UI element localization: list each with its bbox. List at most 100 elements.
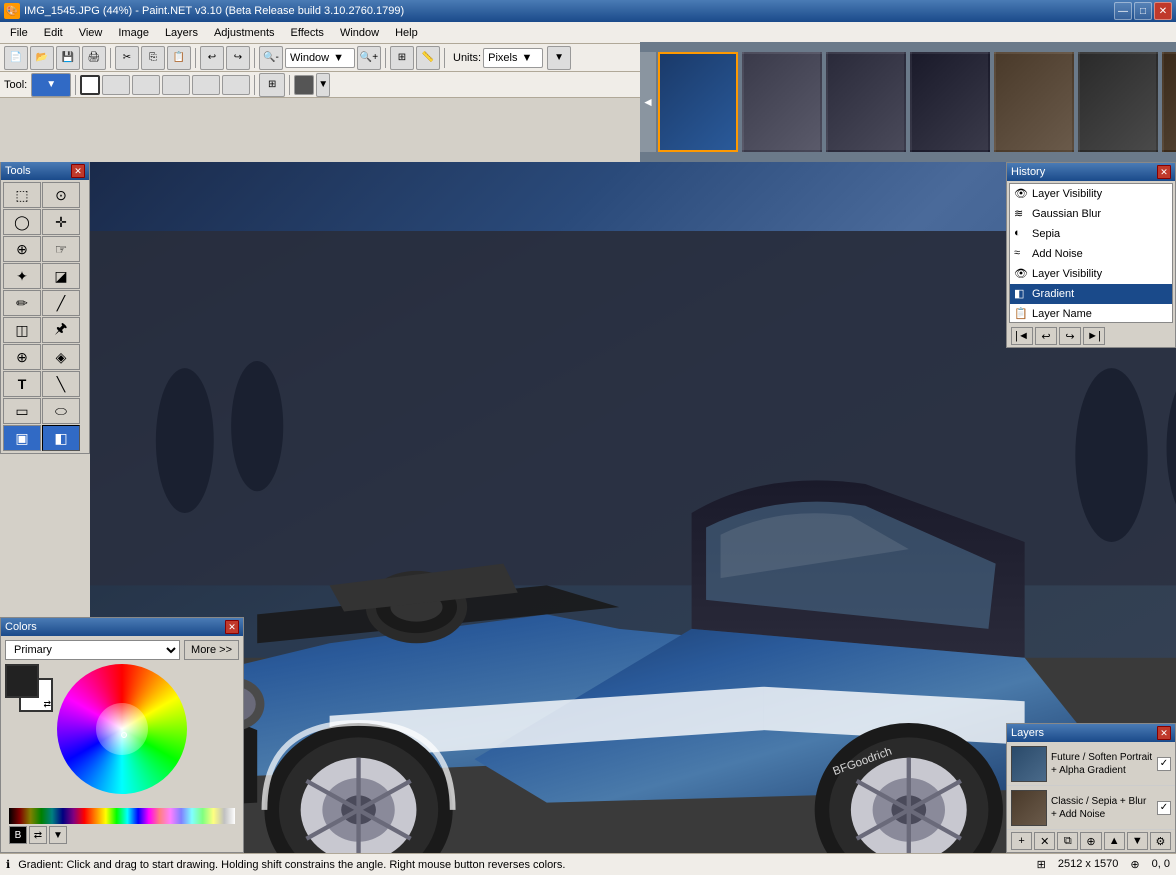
- tool-shapes[interactable]: ╲: [42, 371, 80, 397]
- zoom-in-button[interactable]: 🔍+: [357, 46, 381, 70]
- brush-option-6[interactable]: [222, 75, 250, 95]
- layer-visibility-check-2[interactable]: ✓: [1157, 801, 1171, 815]
- grid-opt-button[interactable]: ⊞: [259, 73, 285, 97]
- color-wheel[interactable]: [57, 664, 187, 794]
- history-item-add-noise[interactable]: ≈ Add Noise: [1010, 244, 1172, 264]
- tool-selector[interactable]: ▼: [31, 73, 71, 97]
- new-button[interactable]: 📄: [4, 46, 28, 70]
- settings-button[interactable]: ▼: [547, 46, 571, 70]
- layer-duplicate-button[interactable]: ⧉: [1057, 832, 1078, 850]
- tool-select-rect[interactable]: ⬚: [3, 182, 41, 208]
- tool-hand[interactable]: ☞: [42, 236, 80, 262]
- history-item-gaussian-blur[interactable]: ≋ Gaussian Blur: [1010, 204, 1172, 224]
- layer-visibility-check-1[interactable]: ✓: [1157, 757, 1171, 771]
- tool-line[interactable]: ╱: [42, 290, 80, 316]
- layer-move-up-button[interactable]: ▲: [1104, 832, 1125, 850]
- print-button[interactable]: 🖨: [82, 46, 106, 70]
- history-item-layer-visibility-2[interactable]: 👁 Layer Visibility: [1010, 264, 1172, 284]
- layer-move-down-button[interactable]: ▼: [1127, 832, 1148, 850]
- tool-eraser[interactable]: ◫: [3, 317, 41, 343]
- maximize-button[interactable]: □: [1134, 2, 1152, 20]
- swap-colors-icon[interactable]: ⇄: [43, 699, 51, 710]
- tool-select-ellipse[interactable]: ◯: [3, 209, 41, 235]
- zoom-out-button[interactable]: 🔍-: [259, 46, 283, 70]
- brush-option-1[interactable]: [80, 75, 100, 95]
- menu-file[interactable]: File: [2, 25, 36, 41]
- menu-help[interactable]: Help: [387, 25, 426, 41]
- palette-black-white-icon[interactable]: B: [9, 826, 27, 844]
- tool-ellipse-shape[interactable]: ⬭: [42, 398, 80, 424]
- thumbnail-5[interactable]: [994, 52, 1074, 152]
- close-button[interactable]: ✕: [1154, 2, 1172, 20]
- layer-delete-button[interactable]: ✕: [1034, 832, 1055, 850]
- color-mode-dropdown[interactable]: Primary: [5, 640, 180, 660]
- color-more-button[interactable]: More >>: [184, 640, 239, 660]
- thumbnail-3[interactable]: [826, 52, 906, 152]
- color-opt-btn[interactable]: ▼: [316, 73, 330, 97]
- history-item-gradient[interactable]: ◧ Gradient: [1010, 284, 1172, 304]
- color-wheel-container[interactable]: [57, 664, 197, 804]
- brush-option-2[interactable]: [102, 75, 130, 95]
- history-close-button[interactable]: ✕: [1157, 165, 1171, 179]
- save-button[interactable]: 💾: [56, 46, 80, 70]
- colors-close-button[interactable]: ✕: [225, 620, 239, 634]
- minimize-button[interactable]: —: [1114, 2, 1132, 20]
- tool-zoom[interactable]: ⊕: [3, 236, 41, 262]
- window-dropdown[interactable]: Window ▼: [285, 48, 355, 68]
- palette-swap-icon[interactable]: ⇄: [29, 826, 47, 844]
- palette-color-icon[interactable]: ▼: [49, 826, 67, 844]
- thumbnail-1[interactable]: [658, 52, 738, 152]
- history-undo-button[interactable]: ↩: [1035, 327, 1057, 345]
- history-back-button[interactable]: |◄: [1011, 327, 1033, 345]
- history-forward-button[interactable]: ►|: [1083, 327, 1105, 345]
- tool-magic-wand[interactable]: ✦: [3, 263, 41, 289]
- tool-rounded-rect[interactable]: ▣: [3, 425, 41, 451]
- layers-close-button[interactable]: ✕: [1157, 726, 1171, 740]
- tool-rect-shape[interactable]: ▭: [3, 398, 41, 424]
- thumbnail-4[interactable]: [910, 52, 990, 152]
- undo-button[interactable]: ↩: [200, 46, 224, 70]
- thumbnail-2[interactable]: [742, 52, 822, 152]
- grid-button[interactable]: ⊞: [390, 46, 414, 70]
- menu-window[interactable]: Window: [332, 25, 387, 41]
- menu-layers[interactable]: Layers: [157, 25, 206, 41]
- tool-text[interactable]: T: [3, 371, 41, 397]
- cut-button[interactable]: ✂: [115, 46, 139, 70]
- menu-effects[interactable]: Effects: [283, 25, 332, 41]
- open-button[interactable]: 📂: [30, 46, 54, 70]
- color-swatch-btn[interactable]: [294, 75, 314, 95]
- tool-clone-stamp[interactable]: ⊕: [3, 344, 41, 370]
- layer-properties-button[interactable]: ⚙: [1150, 832, 1171, 850]
- thumb-prev-button[interactable]: ◄: [640, 52, 656, 152]
- history-redo-button[interactable]: ↪: [1059, 327, 1081, 345]
- redo-button[interactable]: ↪: [226, 46, 250, 70]
- menu-view[interactable]: View: [71, 25, 111, 41]
- history-item-layer-name-1[interactable]: 📋 Layer Name: [1010, 304, 1172, 323]
- brush-option-4[interactable]: [162, 75, 190, 95]
- tool-recolor[interactable]: ◈: [42, 344, 80, 370]
- ruler-button[interactable]: 📏: [416, 46, 440, 70]
- layer-merge-button[interactable]: ⊕: [1080, 832, 1101, 850]
- color-palette-strip[interactable]: [9, 808, 235, 824]
- thumbnail-6[interactable]: [1078, 52, 1158, 152]
- history-item-sepia[interactable]: ◐ Sepia: [1010, 224, 1172, 244]
- tool-select-lasso[interactable]: ⊙: [42, 182, 80, 208]
- menu-adjustments[interactable]: Adjustments: [206, 25, 283, 41]
- menu-edit[interactable]: Edit: [36, 25, 71, 41]
- brush-option-5[interactable]: [192, 75, 220, 95]
- history-item-layer-visibility-1[interactable]: 👁 Layer Visibility: [1010, 184, 1172, 204]
- layer-item-2[interactable]: Classic / Sepia + Blur + Add Noise ✓: [1007, 786, 1175, 830]
- paste-button[interactable]: 📋: [167, 46, 191, 70]
- tool-gradient[interactable]: ◧: [42, 425, 80, 451]
- units-dropdown[interactable]: Pixels ▼: [483, 48, 543, 68]
- thumbnail-7[interactable]: [1162, 52, 1176, 152]
- layer-item-1[interactable]: Future / Soften Portrait + Alpha Gradien…: [1007, 742, 1175, 786]
- tool-pencil[interactable]: ✏: [3, 290, 41, 316]
- brush-option-3[interactable]: [132, 75, 160, 95]
- foreground-color-swatch[interactable]: [5, 664, 39, 698]
- tool-eyedropper[interactable]: 🖈: [42, 317, 80, 343]
- layer-add-button[interactable]: +: [1011, 832, 1032, 850]
- menu-image[interactable]: Image: [110, 25, 157, 41]
- tool-move[interactable]: ✛: [42, 209, 80, 235]
- copy-button[interactable]: ⎘: [141, 46, 165, 70]
